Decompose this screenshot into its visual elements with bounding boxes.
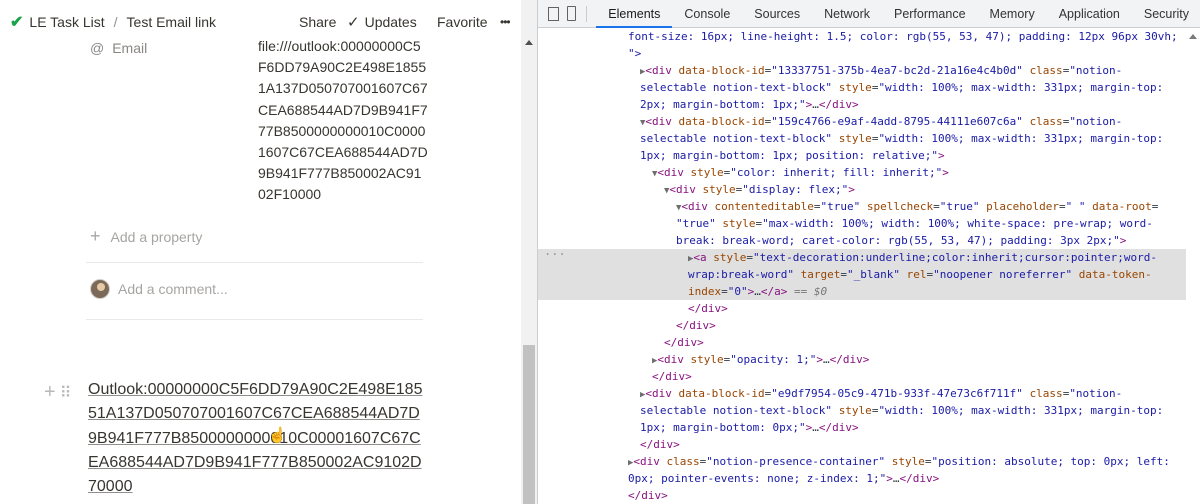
code-line[interactable]: ▼<div contenteditable="true" spellcheck=… <box>538 198 1200 215</box>
updates-button[interactable]: ✓ Updates <box>347 13 417 31</box>
code-line[interactable]: </div> <box>538 436 1200 453</box>
code-line[interactable]: 2px; margin-bottom: 1px;">…</div> <box>538 96 1200 113</box>
code-line[interactable]: ▼<div style="color: inherit; fill: inher… <box>538 164 1200 181</box>
code-line[interactable]: </div> <box>538 317 1200 334</box>
code-line[interactable]: "true" style="max-width: 100%; width: 10… <box>538 215 1200 232</box>
code-line[interactable]: </div> <box>538 300 1200 317</box>
code-line[interactable]: 1px; margin-bottom: 1px; position: relat… <box>538 147 1200 164</box>
add-property-button[interactable]: + Add a property <box>90 226 202 247</box>
plus-icon: + <box>90 226 101 246</box>
code-line[interactable]: "> <box>538 45 1200 62</box>
inspect-element-icon[interactable] <box>548 6 560 21</box>
email-property-value[interactable]: file:///outlook:00000000C5F6DD79A90C2E49… <box>258 36 428 206</box>
scroll-up-arrow-icon[interactable] <box>525 40 533 45</box>
outlook-link[interactable]: Outlook:00000000C5F6DD79A90C2E498E18551A… <box>88 381 422 495</box>
code-line[interactable]: font-size: 16px; line-height: 1.5; color… <box>538 28 1200 45</box>
tab-elements[interactable]: Elements <box>596 0 673 28</box>
code-line[interactable]: ▶<div style="opacity: 1;">…</div> <box>538 351 1200 368</box>
checkmark-icon: ✓ <box>347 14 360 31</box>
breadcrumb-separator: / <box>113 14 118 30</box>
property-email-label[interactable]: @ Email <box>90 40 147 56</box>
code-line[interactable]: </div> <box>538 487 1200 504</box>
code-line[interactable]: </div> <box>538 368 1200 385</box>
code-line[interactable]: ▶<div class="notion-presence-container" … <box>538 453 1200 470</box>
tab-security[interactable]: Security <box>1132 0 1200 28</box>
tab-sources[interactable]: Sources <box>742 0 812 28</box>
breadcrumb-page[interactable]: Test Email link <box>127 14 216 30</box>
code-line[interactable]: 0px; pointer-events: none; z-index: 1;">… <box>538 470 1200 487</box>
block-handles: + ⠿ <box>44 381 72 404</box>
code-line[interactable]: selectable notion-text-block" style="wid… <box>538 130 1200 147</box>
updates-label: Updates <box>364 14 417 30</box>
favorite-button[interactable]: Favorite <box>437 14 488 30</box>
code-line[interactable]: break: break-word; caret-color: rgb(55, … <box>538 232 1200 249</box>
add-property-label: Add a property <box>110 228 203 245</box>
code-line[interactable]: ▼<div data-block-id="159c4766-e9af-4add-… <box>538 113 1200 130</box>
notion-page: ✔ LE Task List / Test Email link Share ✓… <box>0 0 537 504</box>
code-line[interactable]: selectable notion-text-block" style="wid… <box>538 402 1200 419</box>
breadcrumb-task-list[interactable]: LE Task List <box>29 14 104 30</box>
share-button[interactable]: Share <box>299 14 336 30</box>
code-line[interactable]: selectable notion-text-block" style="wid… <box>538 79 1200 96</box>
add-comment-input[interactable]: Add a comment... <box>118 281 228 297</box>
code-line[interactable]: </div> <box>538 334 1200 351</box>
selected-node-dots-icon[interactable]: ... <box>544 244 566 258</box>
code-line-selected[interactable]: ▶<a style="text-decoration:underline;col… <box>538 249 1200 266</box>
devtools-tab-bar: Elements Console Sources Network Perform… <box>538 0 1200 28</box>
tab-console[interactable]: Console <box>672 0 742 28</box>
tab-memory[interactable]: Memory <box>978 0 1047 28</box>
add-block-icon[interactable]: + <box>44 381 56 404</box>
at-sign-icon: @ <box>90 40 105 56</box>
code-line[interactable]: ▶<div data-block-id="13337751-375b-4ea7-… <box>538 62 1200 79</box>
toolbar-divider <box>585 5 587 22</box>
code-line-selected[interactable]: index="0">…</a> == $0 <box>538 283 1200 300</box>
devtools-scrollbar[interactable] <box>1186 28 1200 504</box>
scrollbar-thumb[interactable] <box>523 345 535 504</box>
check-icon: ✔ <box>10 14 24 31</box>
code-line[interactable]: ▼<div style="display: flex;"> <box>538 181 1200 198</box>
scroll-up-arrow-icon[interactable] <box>1189 34 1197 39</box>
divider <box>86 262 423 263</box>
code-line[interactable]: ▶<div data-block-id="e9df7954-05c9-471b-… <box>538 385 1200 402</box>
elements-tree[interactable]: font-size: 16px; line-height: 1.5; color… <box>538 28 1200 504</box>
property-name: Email <box>112 40 148 56</box>
tab-application[interactable]: Application <box>1047 0 1132 28</box>
tab-network[interactable]: Network <box>812 0 882 28</box>
device-toolbar-icon[interactable] <box>567 6 576 21</box>
code-line-selected[interactable]: wrap:break-word" target="_blank" rel="no… <box>538 266 1200 283</box>
page-scrollbar[interactable] <box>521 0 537 504</box>
link-text-block[interactable]: Outlook:00000000C5F6DD79A90C2E498E18551A… <box>88 378 424 499</box>
drag-handle-icon[interactable]: ⠿ <box>60 383 72 403</box>
more-options-icon[interactable]: ••• <box>500 15 511 29</box>
devtools-panel: Elements Console Sources Network Perform… <box>537 0 1200 504</box>
code-line[interactable]: 1px; margin-bottom: 0px;">…</div> <box>538 419 1200 436</box>
hand-cursor-icon: ☝ <box>268 427 287 444</box>
tab-performance[interactable]: Performance <box>882 0 978 28</box>
divider <box>86 319 423 320</box>
avatar <box>90 279 110 299</box>
